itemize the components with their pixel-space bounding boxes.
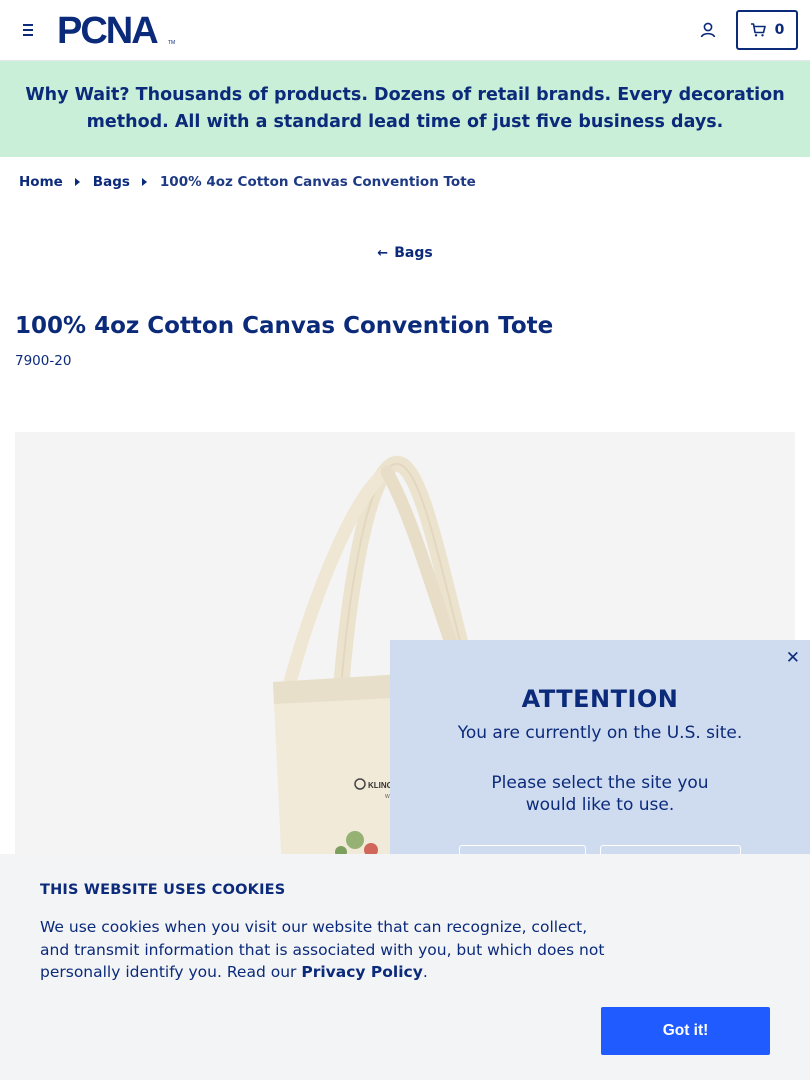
privacy-policy-link[interactable]: Privacy Policy <box>301 963 423 981</box>
logo-text: PCNA <box>57 13 158 47</box>
got-it-button[interactable]: Got it! <box>601 1007 770 1055</box>
cart-icon <box>750 23 766 37</box>
caret-right-icon <box>74 178 80 186</box>
breadcrumb-bags[interactable]: Bags <box>93 174 130 190</box>
product-sku: 7900-20 <box>15 353 72 369</box>
cookie-text: We use cookies when you visit our websit… <box>40 916 615 984</box>
modal-instruction-text: Please select the site you would like to… <box>491 773 709 815</box>
account-icon[interactable] <box>697 19 719 41</box>
breadcrumb: Home Bags 100% 4oz Cotton Canvas Convent… <box>19 174 476 190</box>
promo-body: Thousands of products. Dozens of retail … <box>86 85 785 132</box>
promo-text: Why Wait? Thousands of products. Dozens … <box>14 82 796 136</box>
modal-current-site-text: You are currently on the U.S. site. <box>457 723 743 743</box>
menu-icon[interactable] <box>18 19 40 41</box>
breadcrumb-current: 100% 4oz Cotton Canvas Convention Tote <box>159 174 476 190</box>
cookie-title: THIS WEBSITE USES COOKIES <box>40 882 286 898</box>
arrow-left-icon: ← <box>377 246 389 261</box>
promo-lead: Why Wait? <box>25 85 130 105</box>
cart-count: 0 <box>774 22 785 38</box>
pcna-logo[interactable]: PCNA TM <box>57 13 177 47</box>
site-header: PCNA TM 0 <box>0 0 810 61</box>
svg-text:TM: TM <box>168 40 175 46</box>
cookie-period: . <box>422 963 428 981</box>
site-selector-modal: ✕ ATTENTION You are currently on the U.S… <box>390 640 810 890</box>
back-link-label: Bags <box>394 245 433 261</box>
cookie-banner: THIS WEBSITE USES COOKIES We use cookies… <box>0 854 810 1080</box>
back-to-bags-link[interactable]: ← Bags <box>0 245 810 261</box>
close-icon[interactable]: ✕ <box>786 648 800 668</box>
breadcrumb-home[interactable]: Home <box>19 174 63 190</box>
caret-right-icon <box>141 178 147 186</box>
product-title: 100% 4oz Cotton Canvas Convention Tote <box>15 313 554 339</box>
modal-title: ATTENTION <box>521 685 679 713</box>
cart-button[interactable]: 0 <box>736 10 798 50</box>
promo-banner: Why Wait? Thousands of products. Dozens … <box>0 61 810 157</box>
